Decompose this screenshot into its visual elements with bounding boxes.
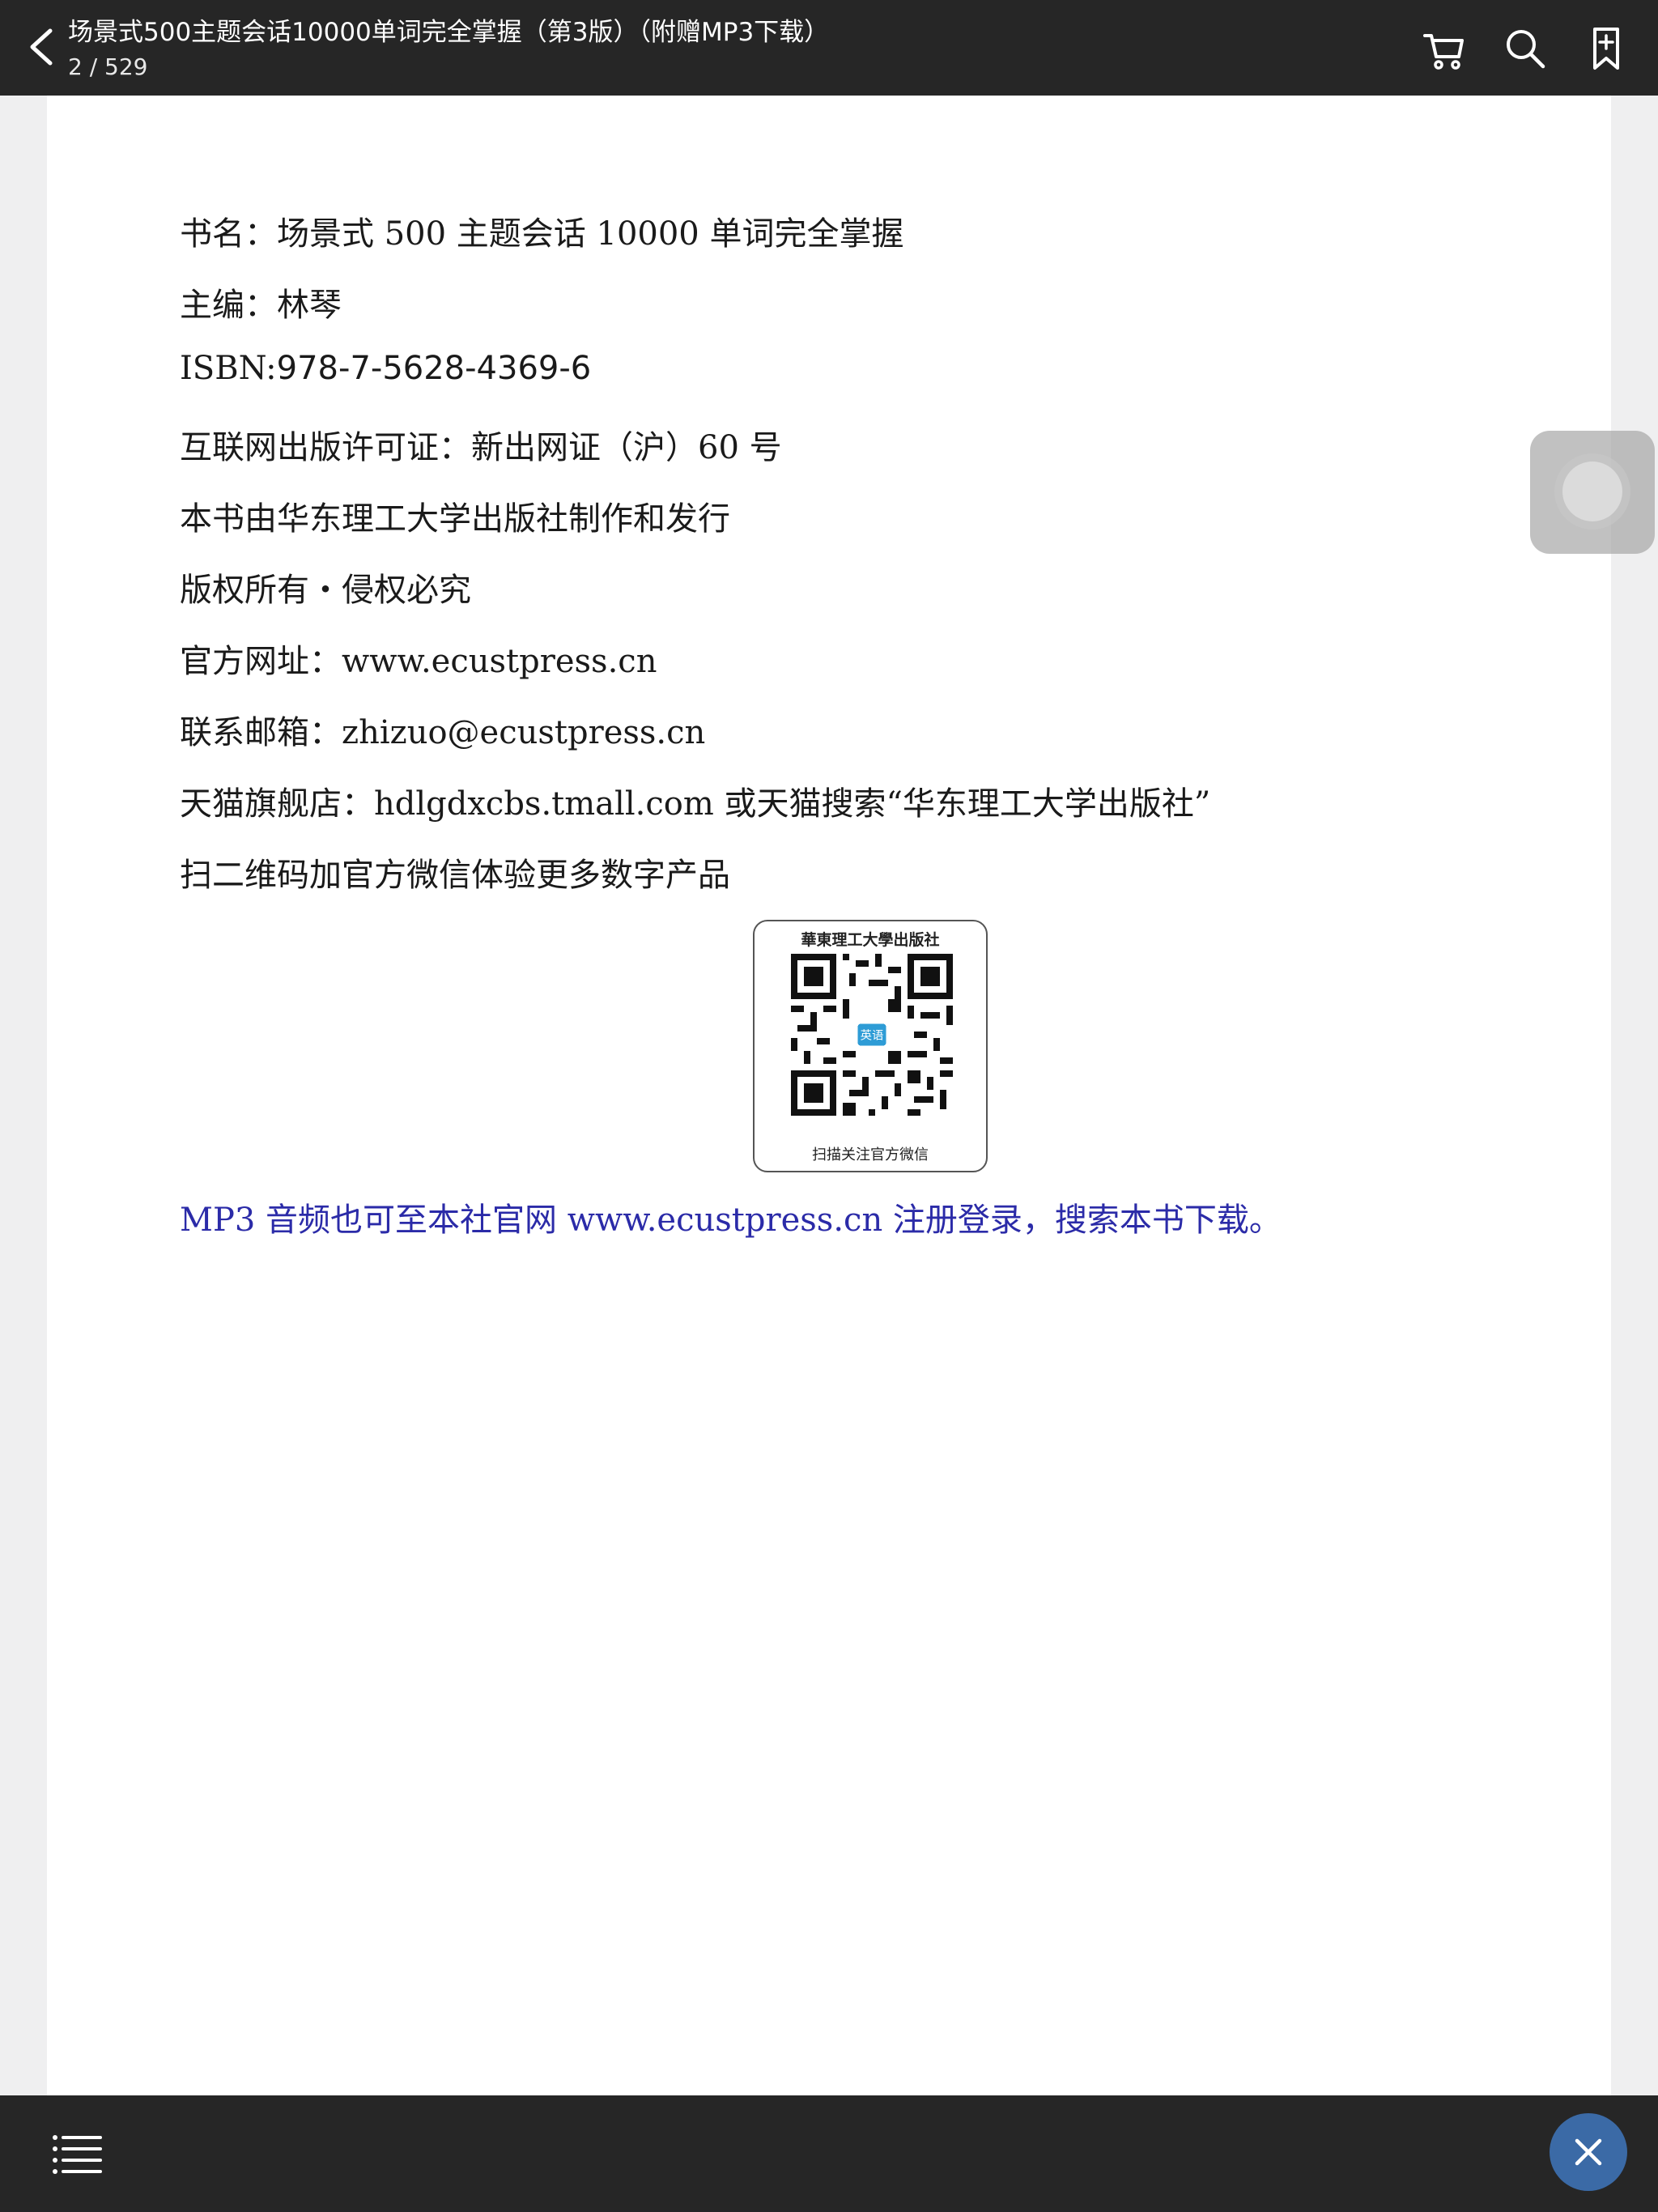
book-page: 书名：场景式 500 主题会话 10000 单词完全掌握 主编：林琴 ISBN:… — [47, 96, 1611, 2095]
copyright-line: 版权所有・侵权必究 — [180, 572, 471, 609]
book-name-line: 书名：场景式 500 主题会话 10000 单词完全掌握 — [180, 215, 904, 253]
wechat-qr-code: 華東理工大學出版社 英语 扫描关注官方微信 — [753, 920, 988, 1172]
website-line: 官方网址：www.ecustpress.cn — [180, 643, 657, 680]
qr-code-image: 英语 — [791, 954, 953, 1116]
bottom-bar — [0, 2095, 1658, 2212]
bookmark-add-icon — [1593, 28, 1619, 70]
isbn-value: 978-7-5628-4369-6 — [276, 350, 592, 387]
isbn-label: ISBN: — [180, 350, 277, 387]
qr-instruction-line: 扫二维码加官方微信体验更多数字产品 — [180, 857, 730, 894]
close-button[interactable] — [1550, 2113, 1627, 2191]
qr-caption-bottom: 扫描关注官方微信 — [812, 1146, 929, 1163]
chevron-left-icon — [30, 28, 53, 66]
tmall-line: 天猫旗舰店：hdlgdxcbs.tmall.com 或天猫搜索“华东理工大学出版… — [180, 785, 1211, 823]
assistive-touch-icon — [1562, 462, 1622, 521]
isbn-line: ISBN:978-7-5628-4369-6 — [180, 350, 591, 387]
search-button[interactable] — [1499, 23, 1551, 74]
assistive-touch-button[interactable] — [1530, 431, 1655, 554]
editor-line: 主编：林琴 — [180, 287, 342, 324]
license-line: 互联网出版许可证：新出网证（沪）60 号 — [180, 429, 782, 466]
list-icon — [53, 2135, 102, 2174]
book-title: 场景式500主题会话10000单词完全掌握（第3版）（附赠MP3下载） — [68, 18, 830, 47]
search-icon — [1507, 30, 1545, 69]
table-of-contents-button[interactable] — [49, 2128, 107, 2180]
top-bar: 场景式500主题会话10000单词完全掌握（第3版）（附赠MP3下载） 2 / … — [0, 0, 1658, 96]
qr-caption-top: 華東理工大學出版社 — [801, 931, 940, 949]
close-icon — [1575, 2138, 1602, 2166]
cart-icon — [1423, 34, 1464, 70]
mp3-download-note: MP3 音频也可至本社官网 www.ecustpress.cn 注册登录，搜索本… — [180, 1202, 1282, 1239]
page-indicator: 2 / 529 — [68, 53, 148, 80]
qr-center-label: 英语 — [861, 1028, 884, 1043]
email-line: 联系邮箱：zhizuo@ecustpress.cn — [180, 714, 706, 751]
back-button[interactable] — [18, 21, 70, 73]
add-bookmark-button[interactable] — [1580, 23, 1632, 74]
cart-button[interactable] — [1418, 23, 1470, 74]
publisher-line: 本书由华东理工大学出版社制作和发行 — [180, 500, 730, 538]
